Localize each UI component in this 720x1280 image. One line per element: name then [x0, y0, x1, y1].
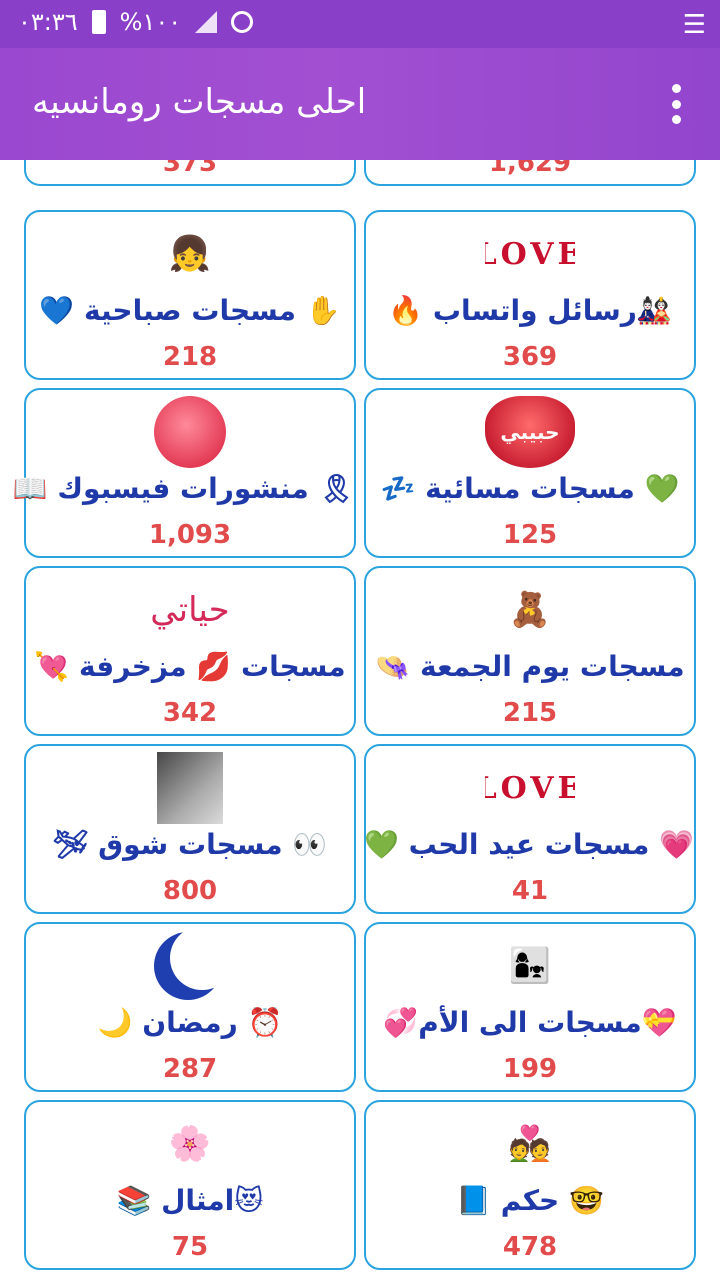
- category-count: 215: [502, 698, 558, 728]
- category-count: 287: [162, 1054, 218, 1084]
- category-count: 478: [502, 1232, 558, 1262]
- category-count: 75: [171, 1232, 209, 1262]
- category-count: 125: [502, 520, 558, 550]
- category-label: ✋ مسجات صباحية 💙: [39, 294, 341, 327]
- category-card[interactable]: 🌸 😻امثال 📚 75: [24, 1100, 356, 1270]
- category-thumbnail: 👧: [145, 218, 235, 290]
- category-thumbnail: 👩‍👧: [485, 930, 575, 1002]
- girl-image: 👧: [168, 234, 212, 274]
- pink-scene-image: 🌸: [168, 1124, 212, 1164]
- page-title: احلى مسجات رومانسيه: [32, 82, 367, 122]
- category-card[interactable]: 👧 ✋ مسجات صباحية 💙 218: [24, 210, 356, 380]
- smiley-image: [154, 396, 226, 468]
- battery-text: %١٠٠: [119, 8, 182, 36]
- category-card[interactable]: حبيبي 💚 مسجات مسائية 💤 125: [364, 388, 696, 558]
- category-label: 💚 مسجات مسائية 💤: [380, 472, 680, 505]
- clock-text: ٠٣:٣٦: [18, 8, 78, 36]
- category-card[interactable]: 👩‍👧 💝مسجات الى الأم💞 199: [364, 922, 696, 1092]
- alarm-icon: [231, 11, 254, 33]
- category-count: 369: [502, 342, 558, 372]
- category-label: 🤓 حكم 📘: [456, 1184, 604, 1217]
- love-image: LOVE: [485, 236, 575, 272]
- mother-child-image: 👩‍👧: [508, 946, 552, 986]
- category-label: مسجات 💋 مزخرفة 💘: [34, 650, 346, 683]
- category-thumbnail: [145, 752, 235, 824]
- photo-image: [157, 752, 223, 824]
- category-card[interactable]: 🎗 منشورات فيسبوك 📖 1,093: [12, 388, 356, 558]
- category-thumbnail: [145, 396, 235, 468]
- category-label: ⏰ رمضان 🌙: [97, 1006, 283, 1039]
- status-left: ٠٣:٣٦ %١٠٠: [18, 8, 254, 36]
- category-count: 1,093: [148, 520, 232, 550]
- category-label: 🎗 منشورات فيسبوك 📖: [12, 472, 354, 505]
- moon-image: [150, 930, 234, 1002]
- signal-icon: [195, 11, 218, 33]
- category-thumbnail: 🌸: [145, 1108, 235, 1180]
- category-card[interactable]: 💑 🤓 حكم 📘 478: [364, 1100, 696, 1270]
- category-count: 199: [502, 1054, 558, 1084]
- category-card-partial[interactable]: 373: [24, 160, 356, 186]
- category-label: 😻امثال 📚: [116, 1184, 264, 1217]
- category-card[interactable]: ⏰ رمضان 🌙 287: [24, 922, 356, 1092]
- category-label: 💗 مسجات عيد الحب 💚: [363, 828, 694, 861]
- category-thumbnail: حبيبي: [485, 396, 575, 468]
- category-label: 👀 مسجات شوق 🛩: [52, 828, 328, 861]
- category-label: 💝مسجات الى الأم💞: [383, 1006, 677, 1039]
- status-bar: ٠٣:٣٦ %١٠٠ ☰: [0, 0, 720, 48]
- category-card[interactable]: حياتي مسجات 💋 مزخرفة 💘 342: [24, 566, 356, 736]
- category-card[interactable]: 👀 مسجات شوق 🛩 800: [24, 744, 356, 914]
- love-image: LOVE: [485, 770, 575, 806]
- category-card-partial[interactable]: 1,629: [364, 160, 696, 186]
- category-card[interactable]: LOVE 🎎رسائل واتساب 🔥 369: [364, 210, 696, 380]
- notification-list-icon: ☰: [682, 10, 706, 40]
- category-thumbnail: 🧸: [485, 574, 575, 646]
- category-thumbnail: [145, 930, 235, 1002]
- category-label: 🎎رسائل واتساب 🔥: [388, 294, 672, 327]
- category-grid: 1,629 373 LOVE 🎎رسائل واتساب 🔥 369 👧 ✋ م…: [0, 160, 720, 1280]
- category-label: مسجات يوم الجمعة 👒: [375, 650, 685, 683]
- category-count: 1,629: [488, 160, 572, 178]
- category-count: 800: [162, 876, 218, 906]
- app-bar: احلى مسجات رومانسيه: [0, 48, 720, 160]
- calligraphy-image: حياتي: [150, 590, 230, 630]
- overflow-menu-icon[interactable]: [664, 84, 688, 124]
- category-count: 218: [162, 342, 218, 372]
- bear-image: 🧸: [508, 590, 552, 630]
- battery-icon: [91, 10, 106, 34]
- category-count: 373: [162, 160, 218, 178]
- category-thumbnail: حياتي: [145, 574, 235, 646]
- category-card[interactable]: LOVE 💗 مسجات عيد الحب 💚 41: [364, 744, 696, 914]
- category-thumbnail: LOVE: [485, 218, 575, 290]
- category-thumbnail: 💑: [485, 1108, 575, 1180]
- category-count: 41: [511, 876, 549, 906]
- couple-heart-image: 💑: [508, 1124, 552, 1164]
- category-thumbnail: LOVE: [485, 752, 575, 824]
- category-card[interactable]: 🧸 مسجات يوم الجمعة 👒 215: [364, 566, 696, 736]
- heart-image: حبيبي: [485, 396, 575, 468]
- category-count: 342: [162, 698, 218, 728]
